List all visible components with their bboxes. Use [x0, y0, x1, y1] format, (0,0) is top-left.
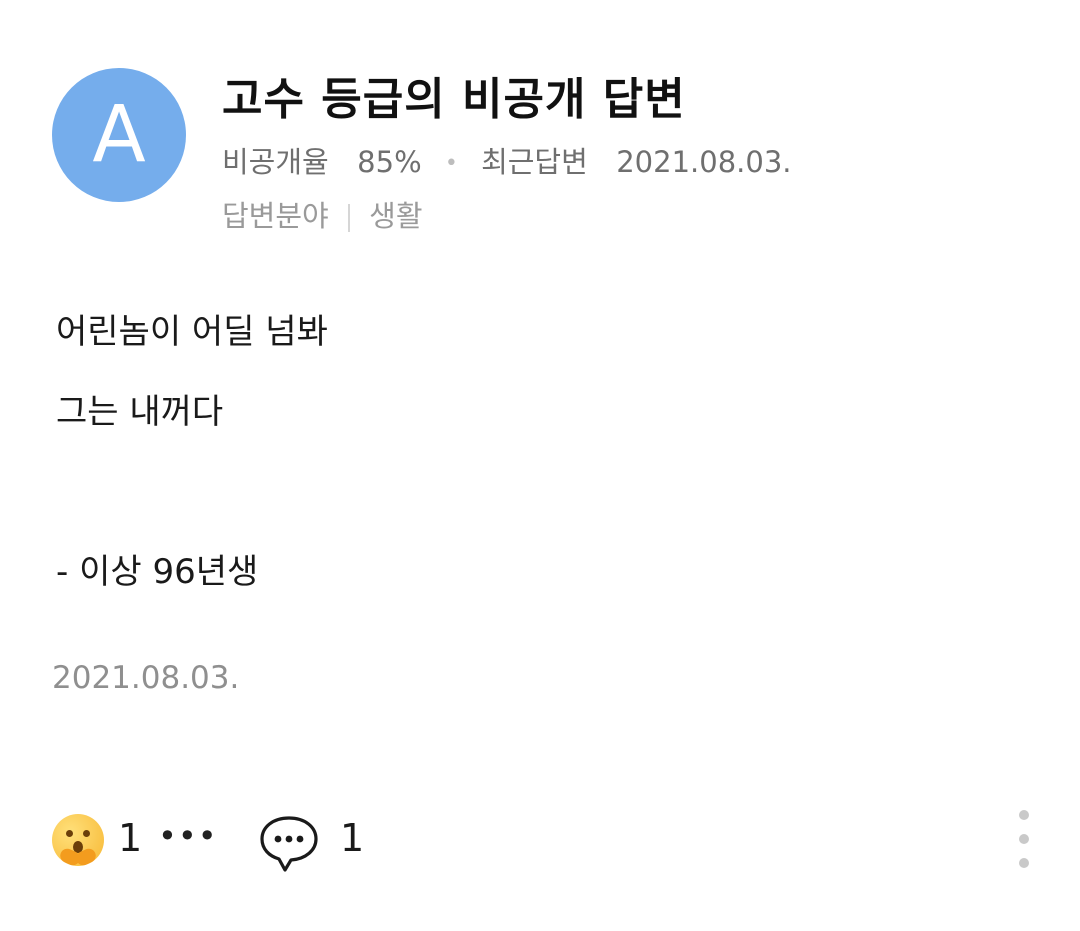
answer-line: 그는 내꺼다 [56, 392, 224, 432]
answer-line: - 이상 96년생 [56, 552, 259, 592]
shushing-face-emoji-icon[interactable] [52, 814, 104, 868]
field-label: 답변분야 [222, 199, 329, 233]
private-rate-label: 비공개율 [222, 145, 329, 179]
recent-answer-date: 2021.08.03. [616, 145, 792, 179]
answerer-info: 고수 등급의 비공개 답변 비공개율 85% • 최근답변 2021.08.03… [222, 68, 792, 238]
recent-answer-label: 최근답변 [481, 145, 588, 179]
private-rate-value: 85% [357, 145, 422, 179]
answerer-header: A 고수 등급의 비공개 답변 비공개율 85% • 최근답변 2021.08.… [52, 68, 1052, 248]
avatar-letter: A [92, 90, 146, 180]
avatar[interactable]: A [52, 68, 186, 202]
reaction-count: 1 [118, 816, 143, 860]
comment-count: 1 [340, 816, 365, 860]
answerer-meta: 비공개율 85% • 최근답변 2021.08.03. [222, 140, 792, 186]
answer-field: 답변분야 생활 [222, 194, 792, 238]
answer-date: 2021.08.03. [52, 660, 240, 696]
answer-line-blank [56, 452, 1036, 532]
field-value[interactable]: 생활 [369, 199, 422, 233]
more-reactions-button[interactable]: ••• [158, 808, 218, 864]
separator-dot: • [444, 151, 458, 176]
field-divider [347, 204, 350, 232]
answer-body: 어린놈이 어딜 넘봐 그는 내꺼다 - 이상 96년생 [56, 292, 1036, 612]
action-bar: 1 ••• 1 [52, 808, 1042, 872]
answerer-title[interactable]: 고수 등급의 비공개 답변 [222, 68, 792, 132]
vertical-ellipsis-icon[interactable] [1014, 810, 1034, 870]
speech-bubble-icon[interactable] [258, 812, 320, 874]
answer-line: 어린놈이 어딜 넘봐 [56, 312, 328, 352]
